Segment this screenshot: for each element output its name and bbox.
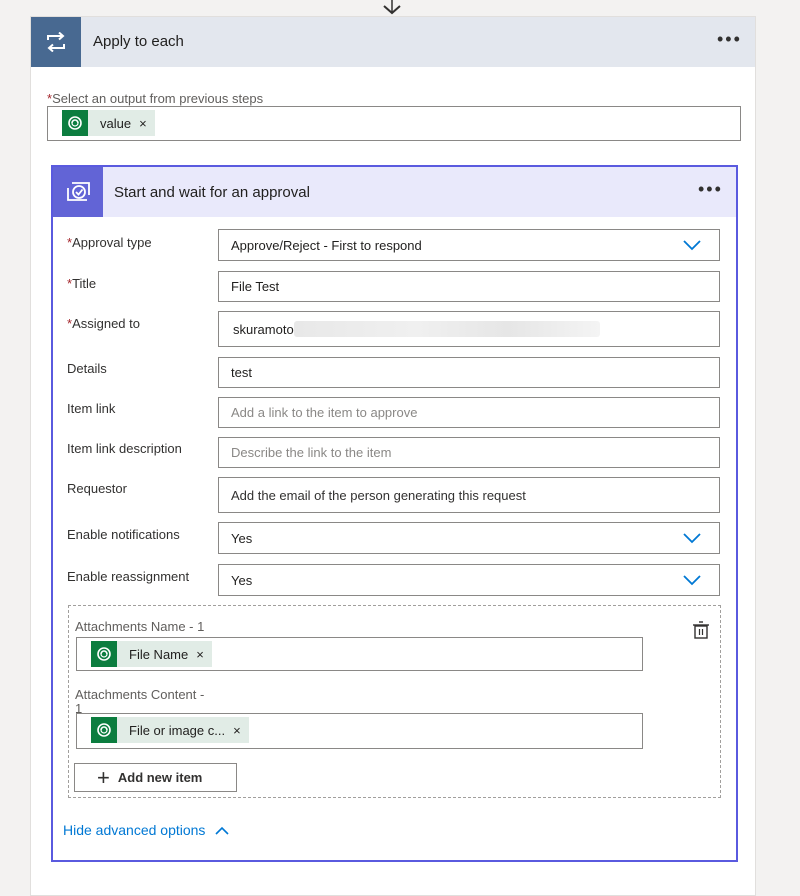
enable-reassignment-label: Enable reassignment — [67, 569, 190, 584]
enable-notifications-dropdown[interactable]: Yes — [218, 522, 720, 554]
enable-reassignment-dropdown[interactable]: Yes — [218, 564, 720, 596]
approval-type-label: *Approval type — [67, 235, 152, 250]
assigned-to-label: *Assigned to — [67, 316, 140, 331]
add-new-item-button[interactable]: + Add new item — [74, 763, 237, 792]
details-input[interactable]: test — [218, 357, 720, 388]
enable-notifications-value: Yes — [231, 530, 253, 546]
dataverse-icon — [91, 641, 117, 667]
attachments-group: Attachments Name - 1 File Name × Attachm… — [68, 605, 721, 798]
details-label: Details — [67, 361, 107, 376]
hide-advanced-options-link[interactable]: Hide advanced options — [63, 822, 230, 838]
attachments-name-label: Attachments Name - 1 — [75, 619, 205, 634]
item-link-input[interactable]: Add a link to the item to approve — [218, 397, 720, 428]
attachments-content-label: Attachments Content - 1 — [75, 687, 205, 716]
chevron-down-icon[interactable] — [683, 239, 701, 251]
apply-to-each-header[interactable]: Apply to each ••• — [31, 17, 755, 67]
dataverse-icon — [62, 110, 88, 136]
details-value: test — [231, 365, 252, 380]
assigned-to-input[interactable]: skuramoto — [218, 311, 720, 347]
value-token[interactable]: value × — [62, 110, 155, 136]
requestor-input[interactable]: Add the email of the person generating t… — [218, 477, 720, 513]
chevron-down-icon[interactable] — [683, 532, 701, 544]
loop-icon — [31, 17, 81, 67]
plus-icon: + — [97, 764, 110, 790]
item-link-description-input[interactable]: Describe the link to the item — [218, 437, 720, 468]
approval-card: Start and wait for an approval ••• *Appr… — [51, 165, 738, 862]
remove-token-icon[interactable]: × — [137, 116, 155, 131]
approval-type-value: Approve/Reject - First to respond — [231, 237, 422, 253]
approval-header[interactable]: Start and wait for an approval ••• — [53, 167, 736, 217]
chevron-down-icon[interactable] — [683, 574, 701, 586]
requestor-label: Requestor — [67, 481, 127, 496]
approval-title: Start and wait for an approval — [114, 184, 310, 201]
attachments-name-field[interactable]: File Name × — [76, 637, 643, 671]
item-link-description-label: Item link description — [67, 441, 182, 456]
more-options-icon[interactable]: ••• — [717, 30, 742, 48]
requestor-placeholder: Add the email of the person generating t… — [231, 487, 526, 503]
enable-reassignment-value: Yes — [231, 572, 253, 588]
approval-icon — [53, 167, 103, 217]
token-label: File Name — [129, 646, 189, 662]
assigned-to-value: skuramoto — [233, 321, 294, 337]
file-content-token[interactable]: File or image c... × — [91, 717, 249, 743]
select-output-field[interactable]: value × — [47, 106, 741, 141]
select-output-label: *Select an output from previous steps — [47, 91, 264, 106]
remove-token-icon[interactable]: × — [231, 723, 249, 738]
item-link-label: Item link — [67, 401, 116, 416]
redacted-email — [293, 321, 600, 337]
token-label: File or image c... — [129, 722, 226, 738]
title-value: File Test — [231, 279, 280, 294]
item-link-description-placeholder: Describe the link to the item — [231, 445, 392, 460]
title-label: *Title — [67, 276, 97, 291]
item-link-placeholder: Add a link to the item to approve — [231, 405, 418, 420]
enable-notifications-label: Enable notifications — [67, 527, 180, 542]
add-new-item-label: Add new item — [117, 770, 203, 785]
more-options-icon[interactable]: ••• — [698, 180, 723, 198]
approval-type-dropdown[interactable]: Approve/Reject - First to respond — [218, 229, 720, 261]
chevron-up-icon — [215, 826, 230, 835]
dataverse-icon — [91, 717, 117, 743]
file-name-token[interactable]: File Name × — [91, 641, 212, 667]
delete-item-icon[interactable] — [691, 620, 711, 640]
remove-token-icon[interactable]: × — [194, 647, 212, 662]
flow-connector-arrow-icon — [383, 0, 401, 15]
apply-to-each-card: Apply to each ••• *Select an output from… — [30, 16, 756, 896]
token-label: value — [100, 115, 132, 131]
title-input[interactable]: File Test — [218, 271, 720, 302]
hide-advanced-label: Hide advanced options — [63, 822, 206, 838]
attachments-content-field[interactable]: File or image c... × — [76, 713, 643, 749]
apply-to-each-title: Apply to each — [93, 33, 184, 50]
